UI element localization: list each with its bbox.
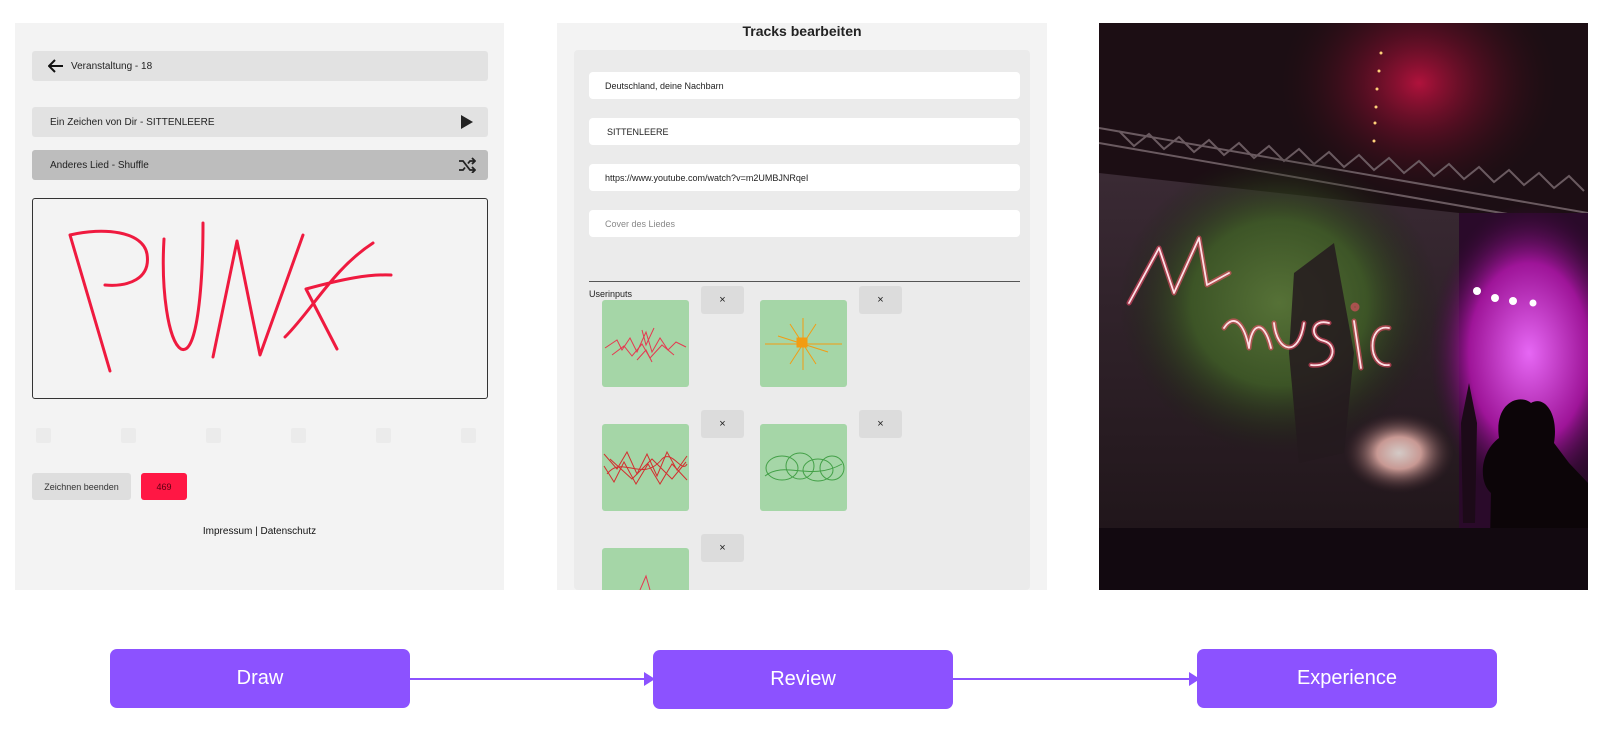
drawing-canvas[interactable] [32, 198, 488, 399]
draw-screen: Veranstaltung - 18 Ein Zeichen von Dir -… [15, 23, 504, 590]
userinput-thumbnail[interactable] [602, 300, 689, 387]
cover-field[interactable]: Cover des Liedes [589, 210, 1020, 237]
color-swatch[interactable] [121, 428, 136, 443]
arrow-connector [410, 678, 648, 680]
imprint-link[interactable]: Impressum [203, 526, 252, 537]
step-draw: Draw [110, 649, 410, 708]
back-button[interactable]: Veranstaltung - 18 [32, 51, 488, 81]
experience-photo [1099, 23, 1588, 590]
finish-drawing-button[interactable]: Zeichnen beenden [32, 473, 131, 500]
counter-badge: 469 [141, 473, 187, 500]
play-icon[interactable] [456, 111, 478, 133]
step-review: Review [653, 650, 953, 709]
userinputs-heading: Userinputs [589, 289, 633, 299]
step-experience: Experience [1197, 649, 1497, 708]
remove-button[interactable]: × [859, 286, 902, 314]
userinput-thumbnail[interactable] [760, 424, 847, 511]
shuffle-icon [456, 154, 478, 176]
remove-button[interactable]: × [701, 410, 744, 438]
back-label: Veranstaltung - 18 [71, 60, 153, 72]
divider [589, 281, 1020, 282]
track-field-2[interactable]: SITTENLEERE [589, 118, 1020, 145]
concert-photo [1099, 23, 1588, 590]
shuffle-button[interactable]: Anderes Lied - Shuffle [32, 150, 488, 180]
drawing-strokes [68, 221, 393, 373]
privacy-link[interactable]: Datenschutz [261, 526, 317, 537]
current-track-bar[interactable]: Ein Zeichen von Dir - SITTENLEERE [32, 107, 488, 137]
url-field[interactable]: https://www.youtube.com/watch?v=m2UMBJNR… [589, 164, 1020, 191]
tracks-form: Deutschland, deine Nachbarn SITTENLEERE … [574, 50, 1030, 590]
color-swatch[interactable] [461, 428, 476, 443]
userinput-thumbnail[interactable] [602, 424, 689, 511]
color-swatch[interactable] [36, 428, 51, 443]
arrow-left-icon [45, 55, 67, 77]
remove-button[interactable]: × [701, 534, 744, 562]
remove-button[interactable]: × [859, 410, 902, 438]
remove-button[interactable]: × [701, 286, 744, 314]
review-screen: Tracks bearbeiten Deutschland, deine Nac… [557, 23, 1047, 590]
userinput-thumbnail[interactable] [760, 300, 847, 387]
color-swatch[interactable] [291, 428, 306, 443]
color-swatch[interactable] [376, 428, 391, 443]
userinput-thumbnail[interactable] [602, 548, 689, 590]
arrow-connector [953, 678, 1193, 680]
footer-links: Impressum | Datenschutz [15, 526, 504, 537]
color-swatch[interactable] [206, 428, 221, 443]
current-track-label: Ein Zeichen von Dir - SITTENLEERE [50, 116, 215, 128]
footer-separator: | [252, 526, 261, 537]
shuffle-label: Anderes Lied - Shuffle [50, 159, 149, 171]
page-title: Tracks bearbeiten [742, 23, 862, 39]
track-field-1[interactable]: Deutschland, deine Nachbarn [589, 72, 1020, 99]
